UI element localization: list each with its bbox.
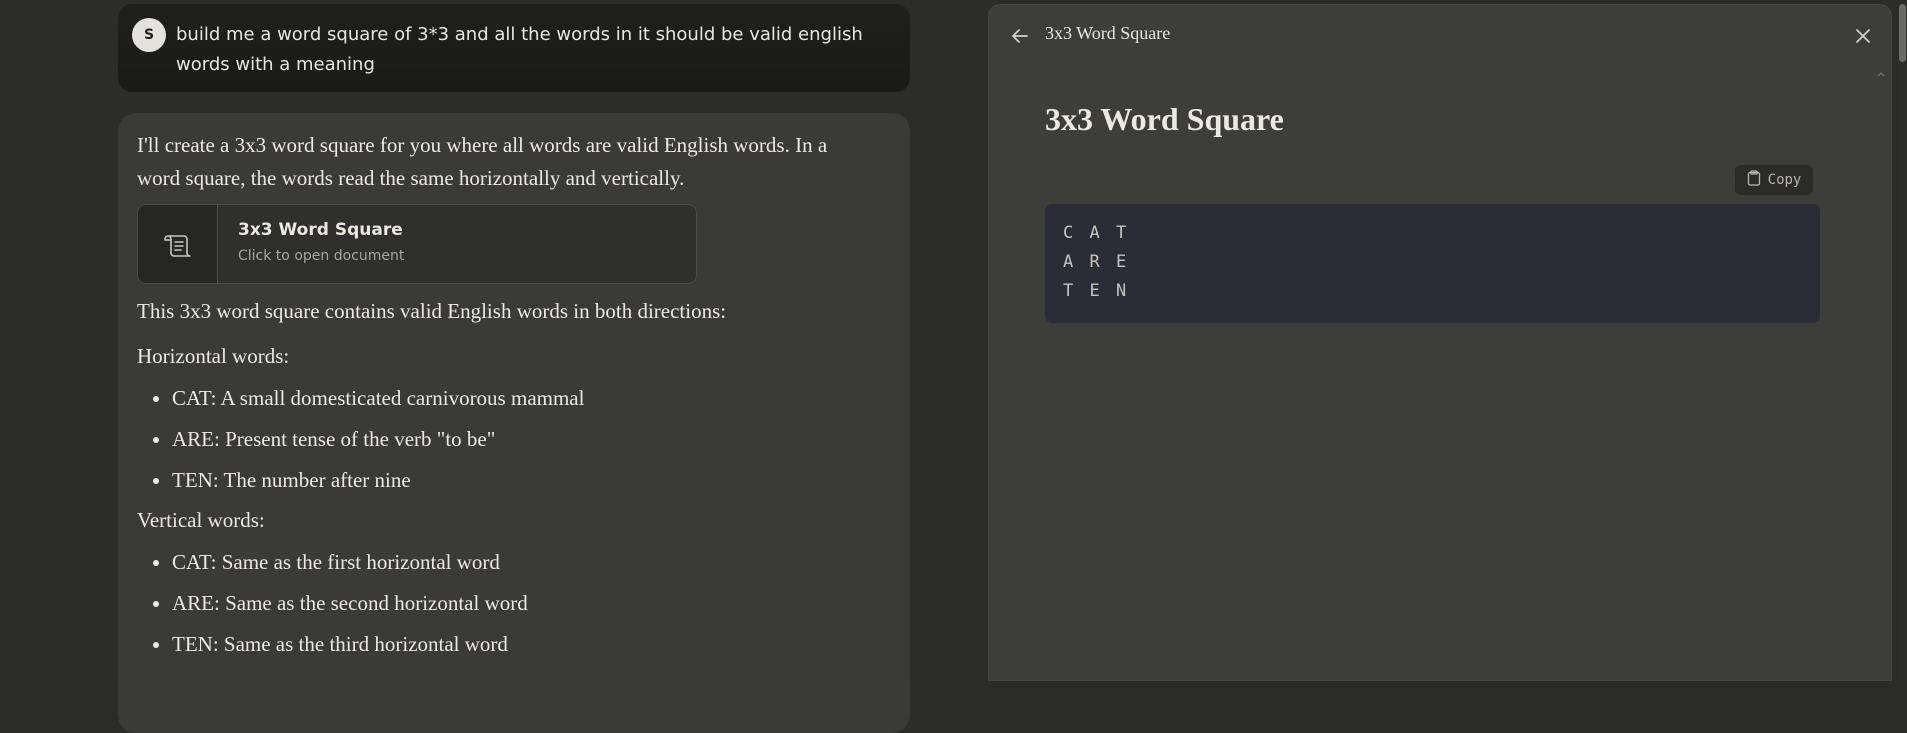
user-message-text: build me a word square of 3*3 and all th…	[176, 24, 863, 75]
user-message: S build me a word square of 3*3 and all …	[118, 4, 910, 92]
clipboard-icon	[1747, 170, 1761, 190]
scrollbar-track[interactable]	[1898, 0, 1907, 681]
code-line: T E N	[1063, 281, 1130, 301]
assistant-intro: I'll create a 3x3 word square for you wh…	[137, 133, 828, 190]
horizontal-words-list: CAT: A small domesticated carnivorous ma…	[137, 378, 891, 501]
artifact-header: 3x3 Word Square	[989, 5, 1891, 63]
code-line: A R E	[1063, 252, 1130, 272]
list-item: TEN: Same as the third horizontal word	[172, 624, 891, 665]
list-item: ARE: Same as the second horizontal word	[172, 583, 891, 624]
artifact-header-title: 3x3 Word Square	[1045, 23, 1171, 43]
vertical-words-heading: Vertical words:	[137, 508, 265, 532]
copy-button-label: Copy	[1767, 172, 1802, 188]
arrow-left-icon[interactable]	[1009, 25, 1031, 47]
artifact-panel: 3x3 Word Square 3x3 Word Square Copy C A…	[988, 4, 1892, 681]
assistant-summary: This 3x3 word square contains valid Engl…	[137, 299, 727, 323]
scroll-up-arrow-icon[interactable]	[1876, 66, 1886, 77]
document-card[interactable]: 3x3 Word Square Click to open document	[137, 204, 697, 284]
artifact-heading: 3x3 Word Square	[1045, 101, 1284, 137]
avatar[interactable]: S	[132, 18, 166, 52]
vertical-words-list: CAT: Same as the first horizontal word A…	[137, 542, 891, 665]
document-card-subtitle: Click to open document	[238, 248, 405, 264]
code-block: C A T A R E T E N	[1045, 204, 1820, 323]
document-card-title: 3x3 Word Square	[238, 220, 403, 240]
scrollbar-thumb[interactable]	[1899, 4, 1906, 62]
code-line: C A T	[1063, 223, 1130, 243]
horizontal-words-heading: Horizontal words:	[137, 344, 290, 368]
list-item: ARE: Present tense of the verb "to be"	[172, 419, 891, 460]
copy-button[interactable]: Copy	[1735, 165, 1813, 195]
list-item: CAT: Same as the first horizontal word	[172, 542, 891, 583]
assistant-message: I'll create a 3x3 word square for you wh…	[118, 113, 910, 733]
scroll-document-icon	[138, 205, 218, 283]
chat-column: S build me a word square of 3*3 and all …	[0, 0, 990, 733]
list-item: CAT: A small domesticated carnivorous ma…	[172, 378, 891, 419]
list-item: TEN: The number after nine	[172, 460, 891, 501]
close-icon[interactable]	[1853, 26, 1873, 46]
